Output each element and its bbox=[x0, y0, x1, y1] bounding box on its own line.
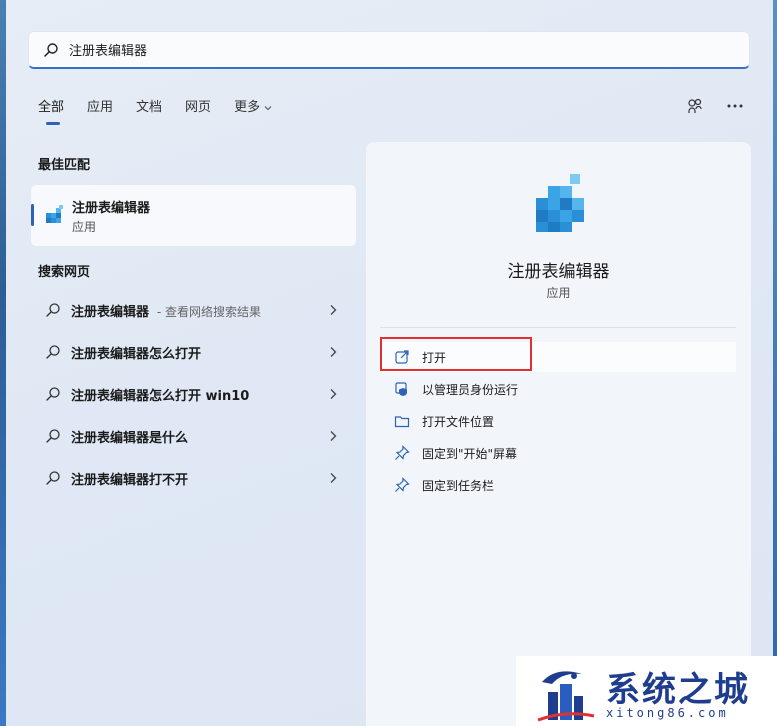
folder-icon bbox=[394, 416, 410, 428]
app-detail-panel: 注册表编辑器 应用 打开 以管理员身份运行 打开文件位置 固定到"开始"屏幕 固… bbox=[366, 142, 751, 726]
web-search-item[interactable]: 注册表编辑器怎么打开 bbox=[31, 334, 356, 370]
web-search-item[interactable]: 注册表编辑器是什么 bbox=[31, 418, 356, 454]
city-logo-icon bbox=[537, 671, 595, 722]
watermark: 系统之城 xitong86.com bbox=[516, 656, 777, 726]
web-search-label: 注册表编辑器怎么打开 win10 bbox=[71, 388, 250, 404]
search-icon bbox=[46, 429, 60, 443]
divider bbox=[380, 327, 736, 328]
action-label: 以管理员身份运行 bbox=[422, 382, 519, 397]
search-icon bbox=[46, 345, 60, 359]
search-input[interactable] bbox=[67, 41, 671, 58]
search-icon bbox=[46, 387, 60, 401]
best-match-heading: 最佳匹配 bbox=[38, 158, 91, 173]
top-right-tools bbox=[685, 96, 745, 116]
best-match-type: 应用 bbox=[72, 220, 97, 234]
account-switch-button[interactable] bbox=[685, 96, 705, 116]
best-match-item[interactable]: 注册表编辑器 应用 bbox=[31, 185, 356, 246]
chevron-right-icon bbox=[330, 473, 337, 483]
web-search-item[interactable]: 注册表编辑器怎么打开 win10 bbox=[31, 376, 356, 412]
action-label: 固定到"开始"屏幕 bbox=[422, 446, 518, 461]
registry-editor-icon bbox=[46, 205, 63, 223]
selection-accent bbox=[31, 204, 34, 226]
pin-to-taskbar-action[interactable]: 固定到任务栏 bbox=[380, 470, 736, 500]
web-search-suffix: - 查看网络搜索结果 bbox=[153, 304, 261, 319]
pin-to-start-action[interactable]: 固定到"开始"屏幕 bbox=[380, 438, 736, 468]
search-icon bbox=[46, 471, 60, 485]
web-search-label: 注册表编辑器打不开 bbox=[71, 472, 189, 488]
chevron-right-icon bbox=[330, 431, 337, 441]
annotation-highlight-box bbox=[380, 337, 532, 371]
open-file-location-action[interactable]: 打开文件位置 bbox=[380, 406, 736, 436]
people-icon bbox=[688, 98, 702, 113]
app-detail-type: 应用 bbox=[546, 286, 571, 300]
web-search-label: 注册表编辑器 bbox=[71, 304, 150, 320]
app-detail-name: 注册表编辑器 bbox=[507, 262, 610, 282]
web-search-item[interactable]: 注册表编辑器打不开 bbox=[31, 460, 356, 496]
more-options-button[interactable] bbox=[725, 96, 745, 116]
web-search-heading: 搜索网页 bbox=[38, 265, 91, 280]
window-frame-left bbox=[0, 0, 6, 726]
chevron-right-icon bbox=[330, 305, 337, 315]
action-label: 固定到任务栏 bbox=[422, 478, 495, 493]
watermark-brand: 系统之城 bbox=[606, 670, 750, 710]
chevron-right-icon bbox=[330, 347, 337, 357]
web-search-item[interactable]: 注册表编辑器 - 查看网络搜索结果 bbox=[31, 292, 356, 328]
tab-more[interactable]: 更多 bbox=[234, 97, 273, 119]
action-label: 打开文件位置 bbox=[422, 414, 495, 429]
more-dots-icon bbox=[727, 104, 743, 108]
chevron-down-icon bbox=[264, 106, 272, 111]
run-as-admin-action[interactable]: 以管理员身份运行 bbox=[380, 374, 736, 404]
window-frame-right bbox=[773, 0, 777, 726]
web-search-label: 注册表编辑器怎么打开 bbox=[71, 346, 202, 362]
search-tabs: 全部 应用 文档 网页 更多 bbox=[38, 97, 296, 125]
pin-icon bbox=[395, 477, 410, 492]
web-search-label: 注册表编辑器是什么 bbox=[71, 430, 189, 446]
tab-all[interactable]: 全部 bbox=[38, 97, 64, 125]
search-icon bbox=[44, 42, 58, 57]
watermark-domain: xitong86.com bbox=[606, 706, 729, 720]
best-match-name: 注册表编辑器 bbox=[72, 201, 151, 216]
search-box[interactable] bbox=[28, 31, 750, 69]
chevron-right-icon bbox=[330, 389, 337, 399]
registry-editor-icon bbox=[536, 174, 584, 232]
tab-documents[interactable]: 文档 bbox=[136, 97, 162, 119]
search-icon bbox=[46, 303, 60, 317]
tab-web[interactable]: 网页 bbox=[185, 97, 211, 119]
shield-admin-icon bbox=[395, 382, 407, 396]
pin-icon bbox=[395, 445, 410, 460]
tab-apps[interactable]: 应用 bbox=[87, 97, 113, 119]
